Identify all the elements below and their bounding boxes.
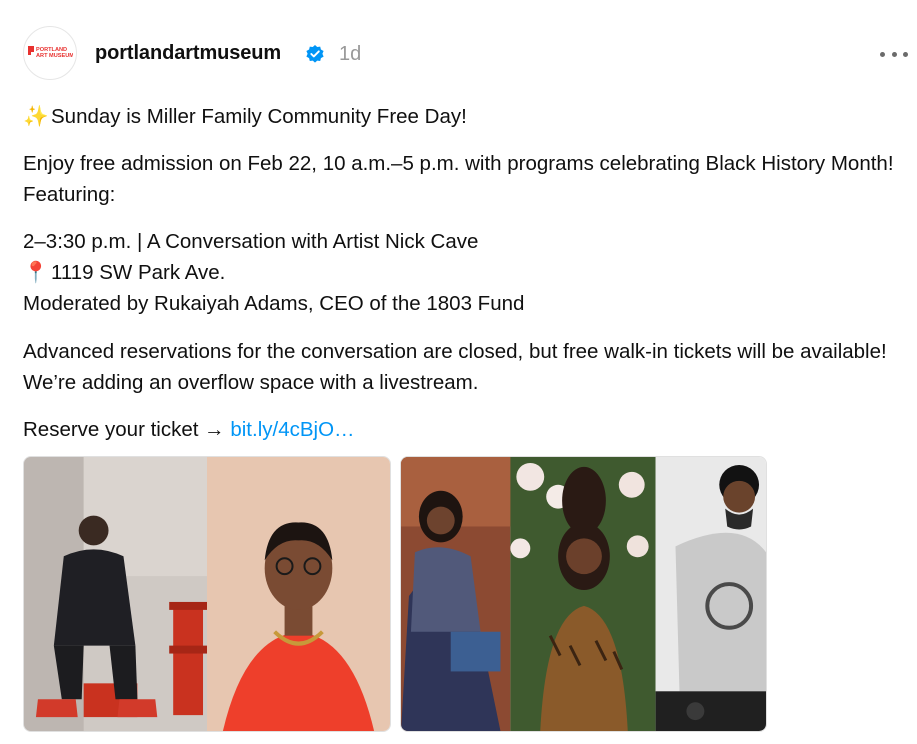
more-dot bbox=[903, 51, 908, 57]
portrait-photo-pair bbox=[24, 457, 390, 731]
post-timestamp: 1d bbox=[339, 43, 362, 65]
post-image-1[interactable] bbox=[23, 456, 391, 732]
post-text-headline: ✨ Sunday is Miller Family Community Free … bbox=[23, 101, 903, 132]
reserve-label: Reserve your ticket → bbox=[23, 418, 231, 441]
event-address: 1119 SW Park Ave. bbox=[51, 261, 226, 284]
svg-text:ART MUSEUM: ART MUSEUM bbox=[36, 53, 73, 59]
sparkles-emoji: ✨ bbox=[23, 105, 49, 128]
post-image-2[interactable] bbox=[400, 456, 767, 732]
verified-badge-icon bbox=[306, 45, 324, 63]
more-horizontal-icon[interactable] bbox=[880, 44, 908, 64]
portrait-photo-trio bbox=[401, 457, 766, 731]
post-text-reservations: Advanced reservations for the conversati… bbox=[23, 340, 887, 394]
post-text-event: 2–3:30 p.m. | A Conversation with Artist… bbox=[23, 226, 903, 319]
post-text-paragraph: Enjoy free admission on Feb 22, 10 a.m.–… bbox=[23, 152, 894, 206]
event-time-title: 2–3:30 p.m. | A Conversation with Artist… bbox=[23, 230, 479, 253]
round-pushpin-emoji: 📍 bbox=[23, 261, 49, 284]
post-username[interactable]: portlandartmuseum bbox=[95, 42, 281, 65]
more-dot bbox=[891, 51, 897, 57]
more-dot bbox=[880, 51, 885, 57]
event-moderator: Moderated by Rukaiyah Adams, CEO of the … bbox=[23, 292, 525, 315]
reserve-link[interactable]: bit.ly/4cBjO… bbox=[230, 418, 354, 441]
profile-avatar[interactable]: PORTLAND ART MUSEUM bbox=[23, 26, 77, 80]
portland-art-museum-logo: PORTLAND ART MUSEUM bbox=[28, 46, 73, 59]
event-location: 📍 1119 SW Park Ave. bbox=[23, 257, 903, 288]
post-text-reserve: Reserve your ticket → bit.ly/4cBjO… bbox=[23, 414, 903, 445]
headline-text: Sunday is Miller Family Community Free D… bbox=[51, 105, 467, 128]
